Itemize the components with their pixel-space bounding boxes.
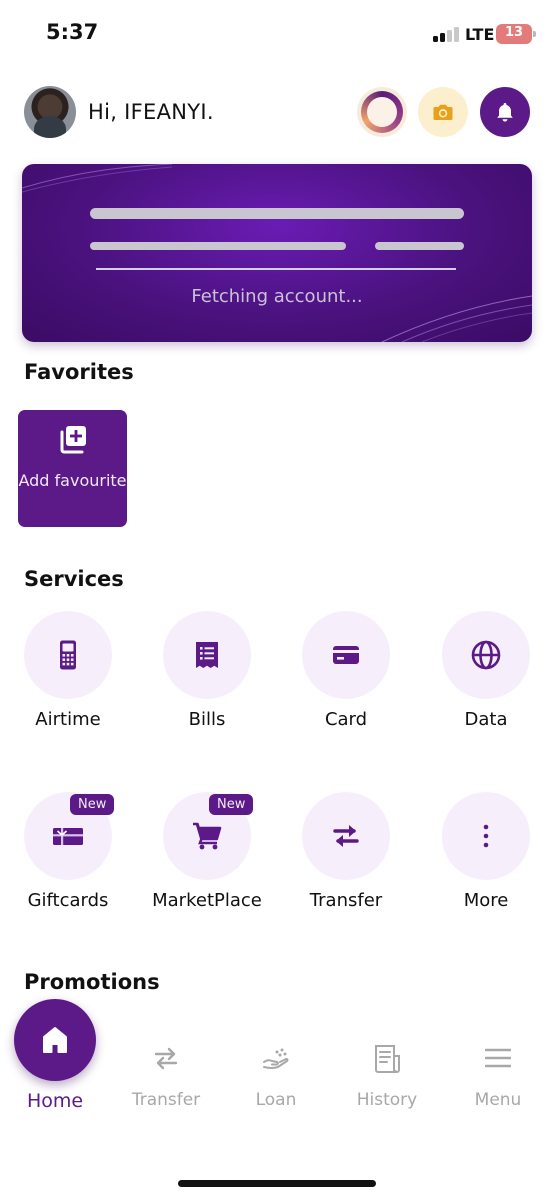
nav-transfer-label[interactable]: Transfer: [111, 1090, 221, 1110]
home-indicator: [178, 1180, 376, 1187]
new-badge: New: [70, 794, 115, 815]
globe-icon: [471, 640, 501, 670]
nav-home-label[interactable]: Home: [0, 1090, 110, 1112]
service-marketplace[interactable]: New MarketPlace: [147, 792, 267, 932]
status-time: 5:37: [46, 20, 99, 44]
service-label: Card: [324, 709, 368, 730]
service-data[interactable]: Data: [426, 611, 546, 751]
nav-home-button[interactable]: [14, 999, 96, 1081]
loading-placeholder: [375, 242, 464, 250]
nav-history-label[interactable]: History: [332, 1090, 442, 1110]
service-card[interactable]: Card: [286, 611, 406, 751]
bell-icon: [497, 103, 513, 122]
service-label: Data: [464, 709, 508, 730]
service-icon-circle: [442, 611, 530, 699]
avatar[interactable]: [24, 86, 76, 138]
loading-placeholder: [90, 208, 464, 219]
service-label: MarketPlace: [152, 890, 262, 911]
new-badge: New: [209, 794, 254, 815]
service-label: Transfer: [309, 890, 383, 911]
nav-loan-label[interactable]: Loan: [221, 1090, 331, 1110]
card-decoration: [22, 164, 532, 342]
service-icon-circle: [24, 611, 112, 699]
nav-loan-icon[interactable]: [262, 1044, 290, 1072]
nav-transfer-icon[interactable]: [152, 1044, 180, 1072]
receipt-icon: [196, 642, 218, 668]
battery-icon: 13: [496, 24, 536, 44]
nav-menu-icon[interactable]: [485, 1044, 511, 1072]
account-status-text: Fetching account...: [191, 286, 363, 307]
add-favourite-label: Add favourite: [18, 471, 127, 490]
add-favourite-button[interactable]: Add favourite: [18, 410, 127, 527]
battery-level: 13: [504, 25, 524, 40]
service-transfer[interactable]: Transfer: [286, 792, 406, 932]
service-icon-circle: [302, 611, 390, 699]
nav-menu-label[interactable]: Menu: [443, 1090, 553, 1110]
camera-icon: [433, 104, 453, 120]
giftcard-icon: [53, 828, 83, 845]
service-label: Giftcards: [27, 890, 109, 911]
story-ring-button[interactable]: [357, 87, 407, 137]
service-more[interactable]: More: [426, 792, 546, 932]
home-icon: [43, 1027, 67, 1053]
service-icon-circle: [442, 792, 530, 880]
service-airtime[interactable]: Airtime: [8, 611, 128, 751]
card-divider: [96, 268, 456, 270]
card-icon: [333, 646, 359, 664]
network-label: LTE: [465, 25, 495, 44]
service-bills[interactable]: Bills: [147, 611, 267, 751]
service-giftcards[interactable]: New Giftcards: [8, 792, 128, 932]
cart-icon: [193, 822, 222, 850]
notifications-button[interactable]: [480, 87, 530, 137]
greeting-text: Hi, IFEANYI.: [88, 100, 214, 124]
status-bar: 5:37 LTE 13: [0, 0, 554, 70]
signal-icon: [433, 26, 459, 42]
account-card[interactable]: Fetching account...: [22, 164, 532, 342]
favorites-title: Favorites: [24, 360, 134, 384]
phone-icon: [60, 640, 76, 670]
loading-placeholder: [90, 242, 346, 250]
service-icon-circle: [163, 611, 251, 699]
add-library-icon: [60, 426, 86, 454]
service-label: Airtime: [35, 709, 101, 730]
services-title: Services: [24, 567, 124, 591]
more-vertical-icon: [483, 824, 489, 848]
nav-history-icon[interactable]: [373, 1044, 403, 1074]
service-label: More: [463, 890, 509, 911]
transfer-icon: [333, 825, 359, 847]
promotions-title: Promotions: [24, 970, 160, 994]
camera-button[interactable]: [418, 87, 468, 137]
service-label: Bills: [188, 709, 226, 730]
ring-icon: [361, 91, 403, 133]
service-icon-circle: [302, 792, 390, 880]
